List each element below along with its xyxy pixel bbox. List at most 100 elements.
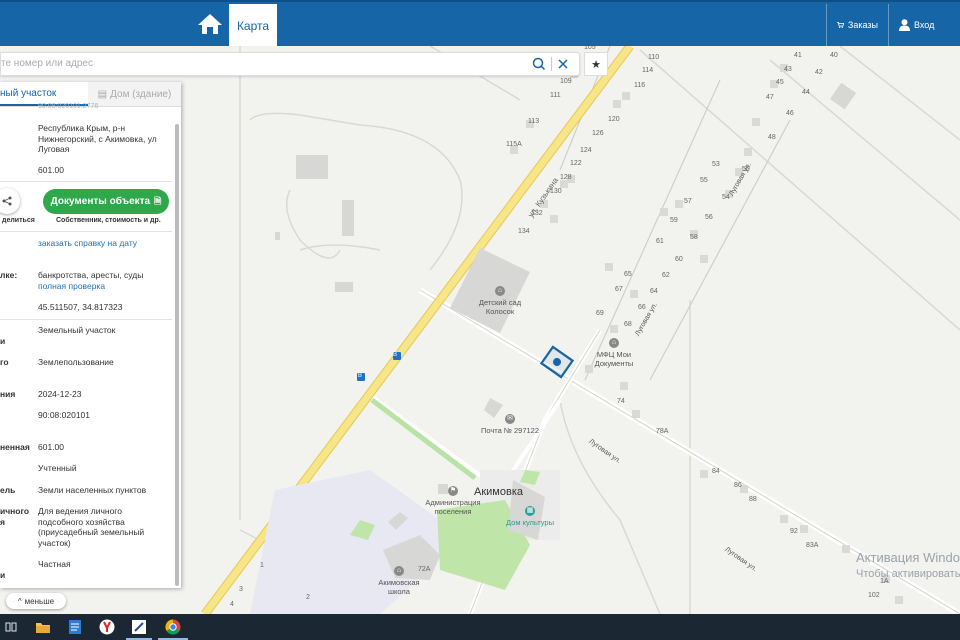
house-number: 68 — [624, 321, 632, 328]
check-text: банкротства, аресты, суды — [38, 270, 144, 280]
house-number: 1 — [260, 562, 264, 569]
building-icon: ▤ — [97, 88, 108, 100]
separator — [0, 181, 172, 182]
house-number: 102 — [868, 592, 880, 599]
house-number: 134 — [518, 228, 530, 235]
document-icon: 🗎 — [154, 195, 162, 206]
land-category: Земли населенных пунктов — [38, 485, 147, 495]
orders-label: Заказы — [847, 20, 878, 30]
object-type: Земельный участок — [38, 325, 116, 335]
house-number: 56 — [705, 214, 713, 221]
house-number: 53 — [712, 161, 720, 168]
field-label: я — [0, 517, 5, 527]
login-button[interactable]: Вход — [888, 4, 960, 46]
post-poi[interactable]: ✉ Почта № 297122 — [478, 414, 542, 435]
object-kind: Землепользование — [38, 357, 114, 367]
chrome-icon[interactable] — [164, 618, 182, 636]
task-view-icon[interactable] — [2, 618, 20, 636]
field-label: го — [0, 357, 9, 367]
house-number: 2 — [306, 594, 310, 601]
tab-building[interactable]: ▤ Дом (здание) — [88, 82, 181, 106]
login-label: Вход — [914, 20, 935, 30]
close-icon[interactable] — [555, 56, 571, 72]
search-bar — [0, 52, 580, 76]
scrollbar[interactable] — [175, 124, 179, 586]
bus-stop-icon[interactable]: B — [393, 352, 397, 358]
house-number: 67 — [615, 286, 623, 293]
house-number: 43 — [784, 66, 792, 73]
admin-poi[interactable]: ⚑ Администрация поселения — [422, 486, 484, 516]
school-poi[interactable]: ⌂ Акимовская школа — [374, 566, 424, 596]
yandex-browser-icon[interactable] — [98, 618, 116, 636]
house-number: 4 — [230, 601, 234, 608]
house-number: 44 — [802, 89, 810, 96]
house-number: 74 — [617, 398, 625, 405]
field-label: ичного — [0, 506, 30, 516]
area-value: 601.00 — [38, 165, 64, 175]
kindergarten-poi[interactable]: ⌂ Детский сад Колосок — [472, 286, 528, 316]
house-number: 126 — [592, 130, 604, 137]
area-specified: 601.00 — [38, 442, 64, 452]
chevron-up-icon: ^ — [17, 596, 22, 606]
house-number: 60 — [675, 256, 683, 263]
full-check-link[interactable]: полная проверка — [38, 281, 105, 292]
house-number: 86 — [734, 482, 742, 489]
house-number: 45 — [776, 79, 784, 86]
activation-watermark: Активация Windo — [856, 550, 960, 565]
star-icon: ★ — [591, 58, 601, 71]
document-app-icon[interactable] — [66, 618, 84, 636]
post-icon: ✉ — [505, 414, 515, 424]
house-number: 78А — [656, 428, 669, 435]
house-number: 120 — [608, 116, 620, 123]
search-icon[interactable] — [531, 56, 547, 72]
divider — [551, 57, 552, 71]
house-number: 115А — [506, 141, 522, 148]
house-number: 132 — [531, 210, 543, 217]
less-button[interactable]: ^ меньше — [6, 593, 66, 609]
house-number: 59 — [670, 217, 678, 224]
house-number: 46 — [786, 110, 794, 117]
house-number: 55 — [700, 177, 708, 184]
house-number: 109 — [560, 78, 572, 85]
house-number: 62 — [662, 272, 670, 279]
tab-map[interactable]: Карта — [229, 4, 277, 48]
school-icon: ⌂ — [394, 566, 404, 576]
mfc-poi[interactable]: ⌂ МФЦ Мои Документы — [590, 338, 638, 368]
cadastral-quarter: 90:08:020101 — [38, 410, 90, 420]
house-number: 54 — [722, 194, 730, 201]
home-icon[interactable] — [196, 12, 224, 36]
order-statement-link[interactable]: заказать справку на дату — [38, 238, 137, 249]
mfc-label: МФЦ Мои Документы — [594, 350, 634, 368]
file-explorer-icon[interactable] — [34, 618, 52, 636]
culture-poi[interactable]: ▦ Дом культуры — [502, 506, 558, 527]
field-label: и — [0, 336, 6, 346]
house-number: 124 — [580, 147, 592, 154]
ownership-form: Частная — [38, 559, 71, 569]
house-number: 88 — [749, 496, 757, 503]
house-number: 58 — [690, 234, 698, 241]
share-icon — [2, 196, 12, 206]
house-number: 64 — [650, 288, 658, 295]
top-bar: Карта Заказы Вход — [0, 0, 960, 48]
search-input[interactable] — [1, 53, 521, 73]
bus-stop-icon[interactable]: B — [358, 373, 362, 379]
school-icon: ⌂ — [495, 286, 505, 296]
house-number: 130 — [550, 188, 562, 195]
house-number: 61 — [656, 238, 664, 245]
editor-app-icon[interactable] — [130, 618, 148, 636]
share-button[interactable] — [0, 188, 20, 214]
house-number: 40 — [830, 52, 838, 59]
permitted-use: Для ведения личного подсобного хозяйства… — [38, 506, 145, 548]
separator — [0, 231, 172, 232]
status-value: Учтенный — [38, 463, 77, 473]
field-label: ненная — [0, 442, 30, 452]
taskbar — [0, 614, 960, 640]
registration-date: 2024-12-23 — [38, 389, 82, 399]
separator — [0, 319, 172, 320]
house-number: 92 — [790, 528, 798, 535]
check-label: лке: — [0, 270, 18, 280]
documents-button[interactable]: Документы объекта 🗎 — [43, 189, 169, 214]
orders-button[interactable]: Заказы — [826, 4, 888, 46]
favorite-button[interactable]: ★ — [584, 52, 608, 76]
house-number: 105 — [584, 46, 596, 51]
